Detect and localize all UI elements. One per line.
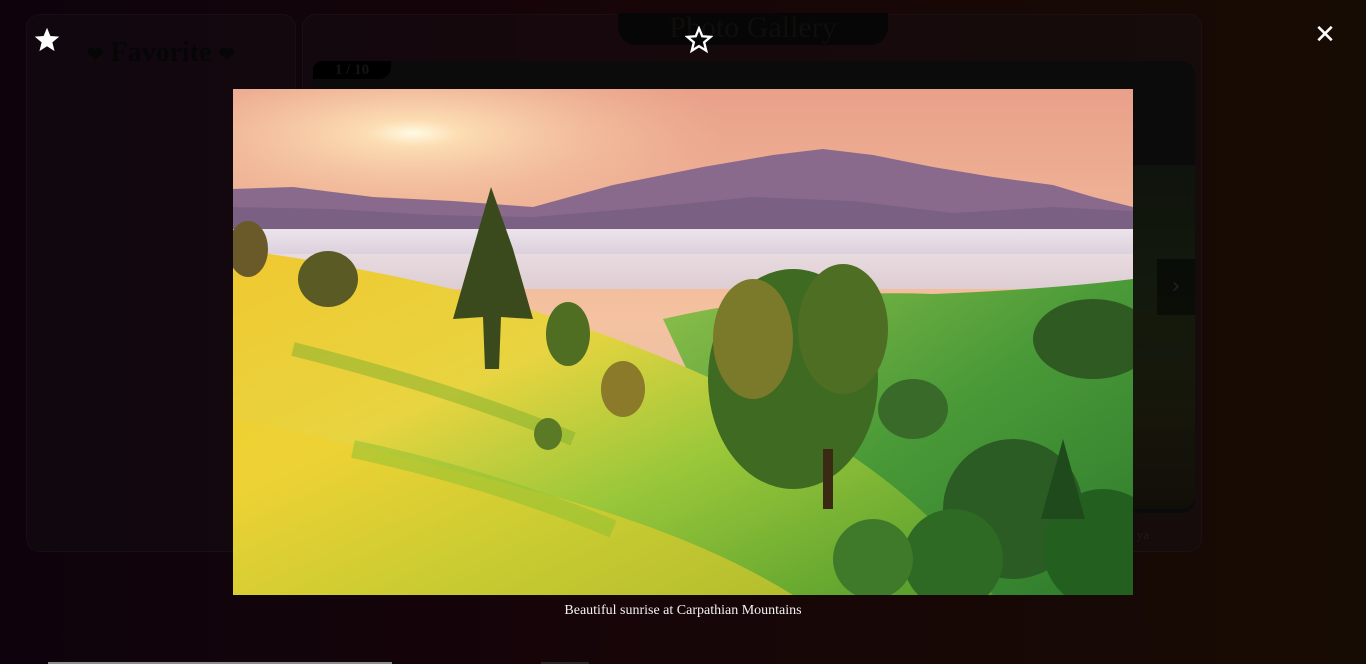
landscape-photo [233,89,1133,595]
lightbox-overlay[interactable]: ✕ Beautiful sunrise at Carpathian Mounta… [0,0,1366,664]
close-button[interactable]: ✕ [1310,20,1340,50]
star-outline-icon [685,26,713,54]
lightbox-caption: Beautiful sunrise at Carpathian Mountain… [564,603,802,618]
star-filled-icon [34,27,60,52]
toggle-favorite-button[interactable] [684,25,714,55]
lightbox-photo [233,89,1133,595]
favorite-star-button[interactable] [32,25,62,55]
